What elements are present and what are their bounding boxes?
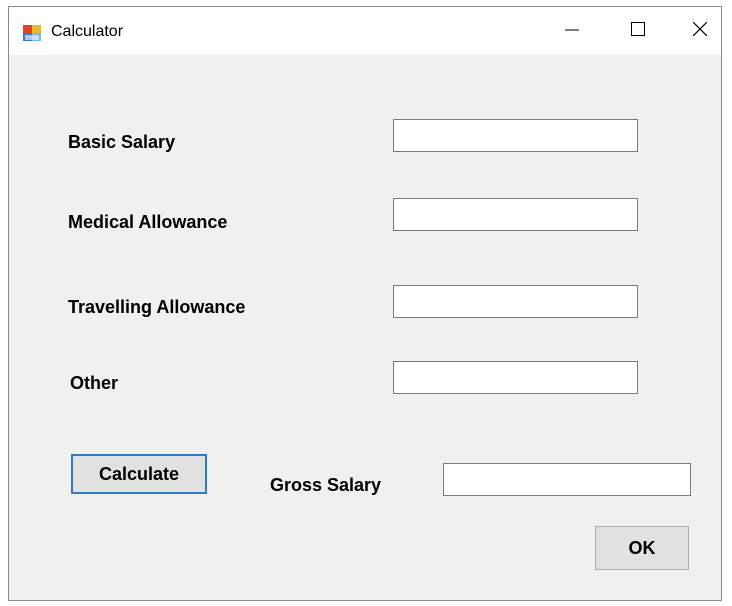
maximize-icon	[631, 21, 645, 41]
medical-allowance-input[interactable]	[393, 198, 638, 231]
other-input[interactable]	[393, 361, 638, 394]
maximize-button[interactable]	[615, 7, 661, 55]
travelling-allowance-label: Travelling Allowance	[68, 297, 246, 317]
basic-salary-label: Basic Salary	[68, 132, 176, 152]
travelling-allowance-input[interactable]	[393, 285, 638, 318]
close-icon	[692, 21, 708, 41]
application-icon	[23, 25, 41, 41]
other-label: Other	[70, 373, 119, 393]
close-button[interactable]	[677, 7, 723, 55]
title-bar[interactable]: Calculator	[9, 7, 721, 55]
ok-button[interactable]: OK	[595, 526, 689, 570]
basic-salary-input[interactable]	[393, 119, 638, 152]
gross-salary-label: Gross Salary	[270, 475, 382, 495]
minimize-icon	[565, 22, 579, 41]
gross-salary-input[interactable]	[443, 463, 691, 496]
calculate-button[interactable]: Calculate	[71, 454, 207, 494]
window-title: Calculator	[51, 23, 124, 40]
medical-allowance-label: Medical Allowance	[68, 212, 228, 232]
calculator-window: Calculator Basic Salary Medical Allowanc…	[8, 6, 722, 601]
minimize-button[interactable]	[549, 7, 595, 55]
